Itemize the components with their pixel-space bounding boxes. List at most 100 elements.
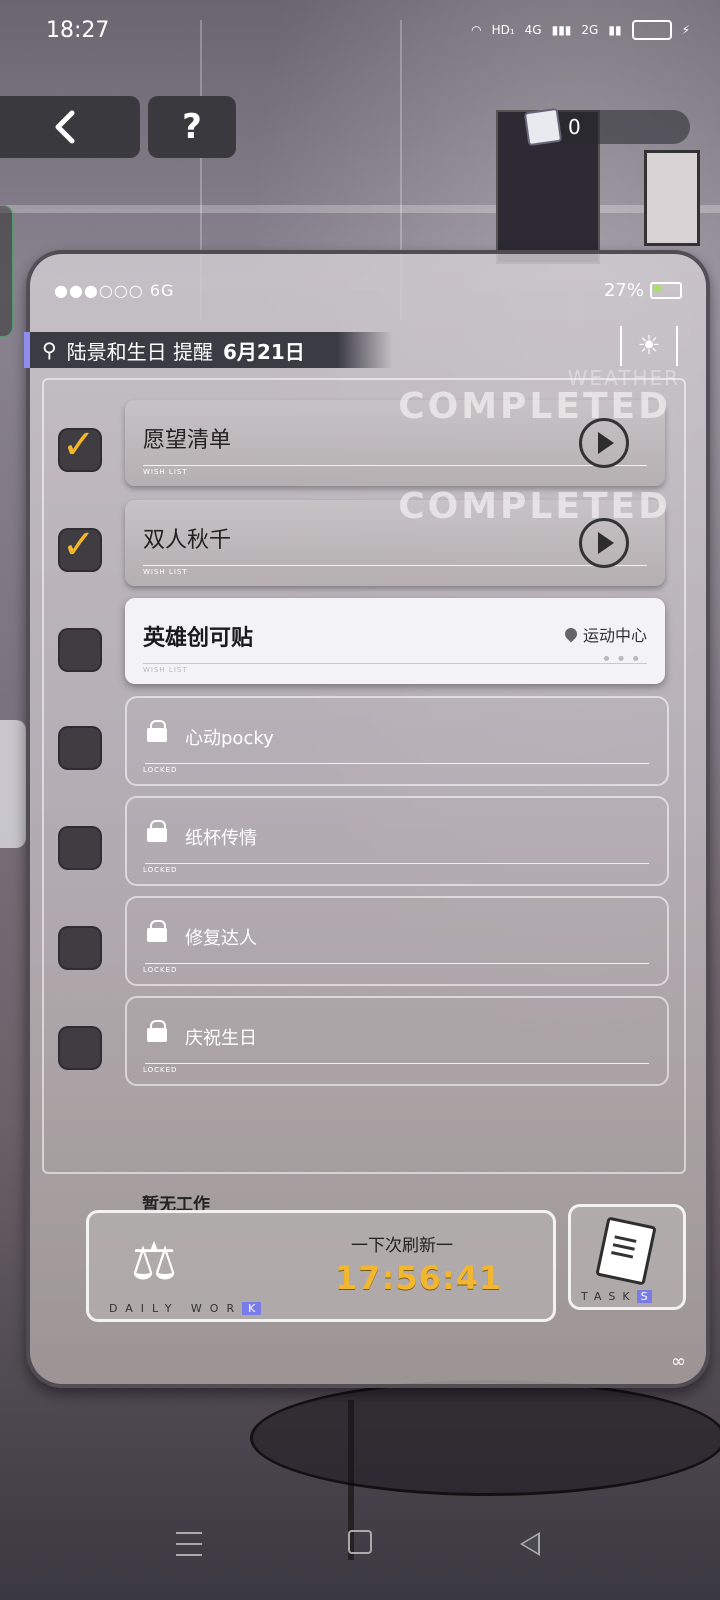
daily-work-button[interactable]: ⚖ 一下次刷新一 17:56:41 DAILY WOR K <box>86 1210 556 1322</box>
tasks-button[interactable]: TASK S <box>568 1204 686 1310</box>
pin-icon: ⚲ <box>42 338 57 362</box>
back-button[interactable] <box>0 96 140 158</box>
status-bar: 18:27 ◠ HD₁ 4G ▮▮▮ 2G ▮▮ ⚡ <box>0 0 720 62</box>
ticket-icon <box>523 107 563 147</box>
lock-icon <box>147 720 167 742</box>
reminder-text: 陆景和生日 提醒 <box>66 339 214 364</box>
task-checkbox[interactable] <box>58 628 102 672</box>
phone-signal: ●●●○○○ 6G <box>54 280 175 300</box>
clipboard-icon <box>595 1216 657 1286</box>
background-picture <box>644 150 700 246</box>
play-button[interactable] <box>579 518 629 568</box>
task-row: 修复达人 LOCKED <box>30 896 680 986</box>
daily-work-label: DAILY WOR K <box>109 1302 262 1315</box>
task-card[interactable]: COMPLETED 愿望清单 WISH LIST <box>125 386 668 486</box>
charging-icon: ⚡ <box>681 23 690 37</box>
phone-battery-percent: 27% <box>603 279 644 301</box>
task-checkbox[interactable] <box>58 1026 102 1070</box>
wifi-icon: ◠ <box>471 23 482 37</box>
task-checkbox[interactable] <box>58 422 102 472</box>
sun-icon: ☀ <box>637 331 661 361</box>
home-icon[interactable] <box>348 1530 372 1554</box>
task-card-locked[interactable]: 心动pocky LOCKED <box>125 696 669 786</box>
task-checkbox[interactable] <box>58 726 102 770</box>
task-row: 庆祝生日 LOCKED <box>30 996 680 1086</box>
divider <box>145 763 649 764</box>
divider <box>143 663 647 664</box>
recent-apps-icon[interactable] <box>176 1532 202 1556</box>
divider <box>143 565 647 566</box>
divider <box>145 863 649 864</box>
task-checkbox[interactable] <box>58 826 102 870</box>
reminder-date: 6月21日 <box>223 339 305 364</box>
balance-scale-icon: ⚖ <box>130 1232 178 1292</box>
task-subtitle: WISH LIST <box>143 666 188 674</box>
task-subtitle: LOCKED <box>143 966 178 974</box>
task-subtitle: LOCKED <box>143 1066 178 1074</box>
refresh-label: 一下次刷新一 <box>351 1236 453 1256</box>
left-side-tab[interactable] <box>0 205 13 337</box>
task-subtitle: WISH LIST <box>143 468 188 476</box>
task-checkbox[interactable] <box>58 926 102 970</box>
system-nav-bar <box>0 1524 720 1564</box>
network-2g-label: 2G <box>581 23 599 37</box>
task-subtitle: LOCKED <box>143 766 178 774</box>
status-time: 18:27 <box>46 18 110 43</box>
tasks-label-highlight: S <box>636 1290 652 1303</box>
weather-button[interactable]: ☀ <box>620 326 678 366</box>
task-title: 英雄创可贴 <box>143 626 254 651</box>
location-label: 运动中心 <box>582 626 647 645</box>
phone-panel: ●●●○○○ 6G 27% ⚲ 陆景和生日 提醒 6月21日 ☀ WEATHER… <box>24 250 710 1388</box>
reminder-banner: ⚲ 陆景和生日 提醒 6月21日 <box>24 332 392 368</box>
divider <box>145 1063 649 1064</box>
help-button[interactable]: ? <box>148 96 236 158</box>
divider <box>145 963 649 964</box>
task-card-locked[interactable]: 修复达人 LOCKED <box>125 896 669 986</box>
wall-line <box>0 205 720 213</box>
currency-display: 0 <box>523 107 690 147</box>
signal-icon: ▮▮ <box>608 23 622 37</box>
divider <box>143 465 647 466</box>
task-row: COMPLETED 愿望清单 WISH LIST <box>30 386 680 490</box>
network-4g-label: 4G <box>524 23 542 37</box>
back-triangle-icon[interactable] <box>520 1532 540 1556</box>
system-icons: ◠ HD₁ 4G ▮▮▮ 2G ▮▮ ⚡ <box>471 20 690 40</box>
task-checkbox[interactable] <box>58 522 102 572</box>
task-row: COMPLETED 双人秋千 WISH LIST <box>30 486 680 590</box>
phone-status-bar: ●●●○○○ 6G 27% <box>54 270 682 310</box>
task-row: 纸杯传情 LOCKED <box>30 796 680 886</box>
task-row: 心动pocky LOCKED <box>30 696 680 786</box>
refresh-countdown: 17:56:41 <box>335 1259 503 1297</box>
lock-icon <box>147 820 167 842</box>
task-row: 英雄创可贴 运动中心 WISH LIST ••• <box>30 598 680 688</box>
task-title: 双人秋千 <box>143 528 232 553</box>
lock-icon <box>147 1020 167 1042</box>
tasks-label-text: TASK <box>581 1290 637 1303</box>
daily-work-label-text: DAILY WOR <box>109 1302 243 1315</box>
more-dots[interactable]: ••• <box>601 649 645 670</box>
currency-value: 0 <box>568 115 581 139</box>
daily-work-label-highlight: K <box>242 1302 262 1315</box>
left-side-handle[interactable] <box>0 720 26 848</box>
task-card-locked[interactable]: 纸杯传情 LOCKED <box>125 796 669 886</box>
completed-stamp: COMPLETED <box>398 486 671 527</box>
battery-icon <box>650 281 682 299</box>
background-table <box>250 1380 720 1496</box>
phone-battery: 27% <box>604 280 682 301</box>
network-hd-label: HD₁ <box>491 23 515 37</box>
task-card-active[interactable]: 英雄创可贴 运动中心 WISH LIST ••• <box>125 598 665 684</box>
chevron-left-icon <box>55 110 75 144</box>
location-pin-icon <box>562 625 580 643</box>
signal-icon: ▮▮▮ <box>551 23 572 37</box>
task-title: 纸杯传情 <box>185 828 257 849</box>
play-button[interactable] <box>579 418 629 468</box>
task-card[interactable]: COMPLETED 双人秋千 WISH LIST <box>125 486 668 586</box>
lock-icon <box>147 920 167 942</box>
task-subtitle: WISH LIST <box>143 568 188 576</box>
task-card-locked[interactable]: 庆祝生日 LOCKED <box>125 996 669 1086</box>
tasks-label: TASK S <box>581 1290 652 1303</box>
task-location[interactable]: 运动中心 <box>562 622 647 646</box>
infinity-icon: ∞ <box>671 1351 686 1372</box>
battery-icon <box>631 20 672 40</box>
completed-stamp: COMPLETED <box>398 386 671 427</box>
